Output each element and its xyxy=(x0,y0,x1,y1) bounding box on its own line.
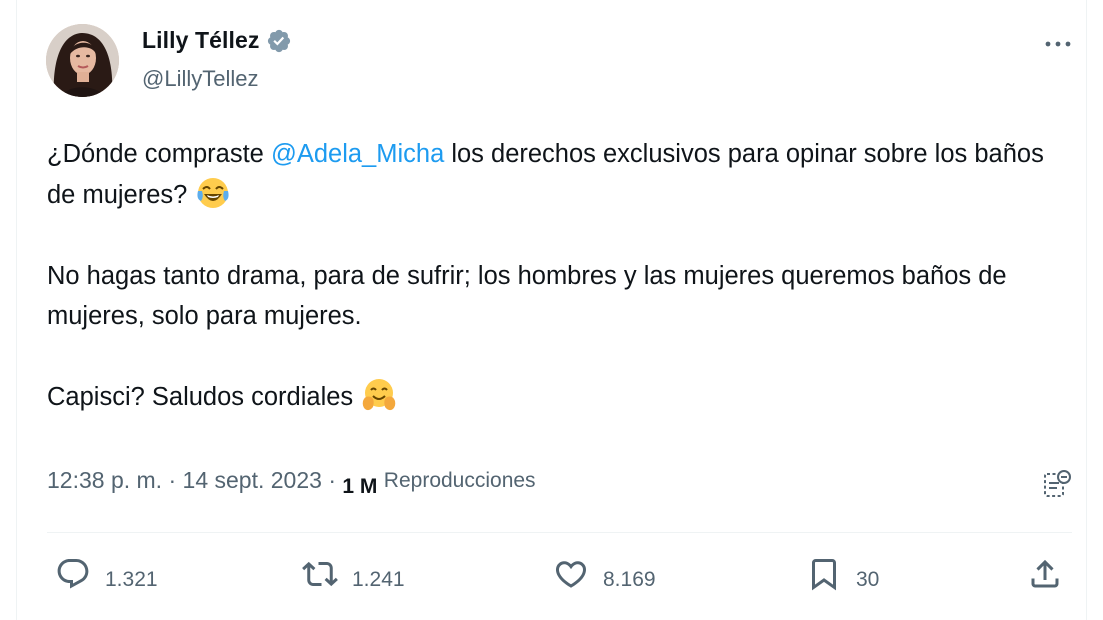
tweet-text-part: ¿Dónde compraste xyxy=(47,140,271,168)
author-handle[interactable]: @LillyTellez xyxy=(142,66,258,92)
like-count: 8.169 xyxy=(603,568,656,591)
tweet-paragraph-3: Capisci? Saludos cordiales xyxy=(47,377,1057,418)
tweet-meta: 12:38 p. m. · 14 sept. 2023 · 1 M Reprod… xyxy=(47,467,536,498)
hugging-face-icon xyxy=(362,379,396,411)
retweet-count: 1.241 xyxy=(352,568,405,591)
card-right-border xyxy=(1086,0,1087,620)
heart-icon xyxy=(555,561,587,588)
tweet-text: ¿Dónde compraste @Adela_Micha los derech… xyxy=(47,134,1057,418)
divider xyxy=(47,532,1072,533)
views-label: Reproducciones xyxy=(383,469,536,492)
avatar[interactable] xyxy=(46,24,119,97)
author-name-row[interactable]: Lilly Téllez xyxy=(142,27,292,54)
tweet-paragraph-1: ¿Dónde compraste @Adela_Micha los derech… xyxy=(47,134,1057,215)
tweet-date[interactable]: 14 sept. 2023 xyxy=(183,467,322,493)
tweet-time[interactable]: 12:38 p. m. xyxy=(47,467,162,493)
verified-badge-icon xyxy=(267,29,290,52)
reply-button[interactable]: 1.321 xyxy=(55,556,158,592)
tweet-text-part: Capisci? Saludos cordiales xyxy=(47,383,354,411)
analytics-icon[interactable] xyxy=(1040,468,1074,502)
share-icon xyxy=(1031,559,1059,588)
share-button[interactable] xyxy=(1027,556,1063,592)
more-options-icon[interactable] xyxy=(1041,32,1075,56)
meta-separator: · xyxy=(162,467,183,493)
reply-count: 1.321 xyxy=(105,568,158,591)
like-button[interactable]: 8.169 xyxy=(553,556,656,592)
display-name[interactable]: Lilly Téllez xyxy=(142,27,260,54)
bookmark-icon xyxy=(812,559,836,591)
bookmark-button[interactable]: 30 xyxy=(806,556,879,592)
reply-icon xyxy=(57,559,89,589)
views-count: 1 M xyxy=(342,475,378,498)
tweet-paragraph-2: No hagas tanto drama, para de sufrir; lo… xyxy=(47,261,1007,331)
retweet-icon xyxy=(302,561,338,587)
face-with-tears-of-joy-icon xyxy=(197,177,229,208)
retweet-button[interactable]: 1.241 xyxy=(302,556,405,592)
bookmark-count: 30 xyxy=(856,568,880,591)
card-left-border xyxy=(16,0,17,620)
mention-link[interactable]: @Adela_Micha xyxy=(271,140,444,168)
meta-separator: · xyxy=(321,467,343,493)
